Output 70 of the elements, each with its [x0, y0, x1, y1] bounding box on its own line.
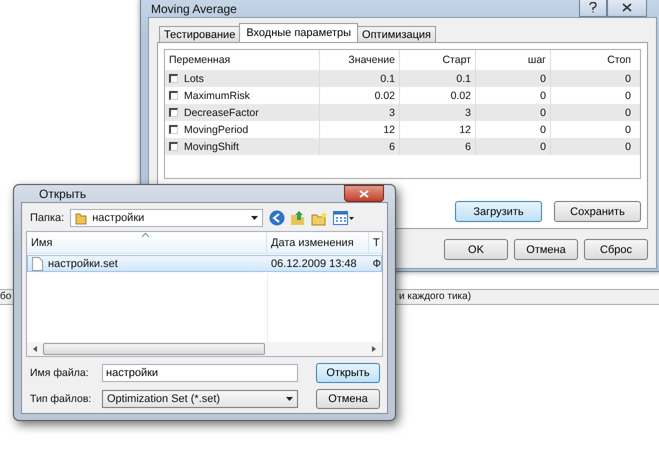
table-cell: 0.1 — [320, 70, 400, 87]
table-cell-text: 0 — [624, 88, 632, 104]
tab[interactable]: Оптимизация — [357, 26, 436, 42]
scroll-thumb[interactable] — [43, 343, 265, 355]
checkbox[interactable] — [169, 91, 178, 100]
horizontal-scrollbar[interactable] — [27, 342, 382, 356]
checkbox[interactable] — [169, 125, 178, 134]
tab[interactable]: Тестирование — [159, 26, 240, 42]
table-cell: 6 — [320, 138, 400, 155]
checkbox[interactable] — [169, 74, 178, 83]
status-text: бо — [0, 290, 12, 304]
tab[interactable]: Входные параметры — [239, 23, 358, 42]
scroll-right-icon[interactable] — [372, 346, 376, 352]
dialog-button[interactable]: OK — [444, 239, 508, 260]
table-cell: MaximumRisk — [184, 90, 250, 102]
table-cell: 0 — [476, 104, 551, 121]
file-type-label: Тип файлов: — [29, 393, 92, 405]
close-button[interactable] — [344, 185, 384, 202]
table-cell-text: 0 — [624, 140, 632, 154]
close-icon — [622, 2, 632, 12]
status-text: и каждого тика) — [399, 290, 472, 304]
help-icon — [589, 2, 597, 12]
column-header[interactable]: Имя — [27, 232, 267, 253]
up-folder-icon[interactable] — [290, 210, 306, 226]
file-type: Ф — [372, 256, 381, 271]
help-button[interactable] — [579, 0, 607, 17]
window-title: Открыть — [38, 186, 86, 200]
file-icon — [32, 256, 43, 270]
table-cell-text: 0 — [624, 72, 632, 86]
save-button[interactable]: Сохранить — [554, 201, 641, 222]
table-cell: 3 — [320, 104, 400, 121]
table-cell: 6 — [400, 138, 476, 155]
view-menu-icon[interactable] — [333, 211, 356, 225]
table-cell: DecreaseFactor — [184, 106, 259, 118]
column-header[interactable]: Стоп — [551, 50, 635, 70]
folder-icon — [75, 212, 88, 224]
file-name-field[interactable]: настройки — [102, 364, 298, 382]
load-button[interactable]: Загрузить — [455, 201, 542, 222]
folder-label: Папка: — [29, 212, 64, 224]
table-cell-text: 0 — [624, 122, 632, 138]
file-type-dropdown[interactable]: Optimization Set (*.set) — [102, 390, 298, 408]
caret-icon — [251, 216, 258, 220]
table-cell: 0.1 — [400, 70, 476, 87]
folder-dropdown[interactable]: настройки — [70, 209, 264, 227]
file-name: настройки.set — [48, 258, 118, 270]
window-title: Moving Average — [150, 1, 237, 16]
dialog-button[interactable]: Отмена — [514, 239, 578, 260]
file-row[interactable]: настройки.set 06.12.2009 13:48 Ф — [27, 255, 382, 272]
table-cell-text: 0 — [624, 106, 632, 120]
close-icon — [359, 190, 369, 198]
column-header[interactable]: Т — [369, 232, 382, 253]
table-cell: 0 — [476, 70, 551, 87]
dialog-button[interactable]: Сброс — [584, 239, 648, 260]
column-header[interactable]: Дата изменения — [267, 232, 369, 253]
table-cell: MovingShift — [184, 140, 239, 152]
caret-icon — [286, 397, 293, 401]
new-folder-icon[interactable] — [311, 210, 328, 226]
close-button[interactable] — [607, 0, 647, 17]
checkbox[interactable] — [169, 142, 178, 151]
table-cell: 0 — [476, 138, 551, 155]
open-button[interactable]: Открыть — [316, 363, 380, 383]
table-cell: 3 — [400, 104, 476, 121]
back-icon[interactable] — [269, 210, 286, 226]
scroll-left-icon[interactable] — [33, 346, 37, 352]
file-date: 06.12.2009 13:48 — [270, 256, 358, 271]
checkbox[interactable] — [169, 108, 178, 117]
table-cell: Lots — [184, 72, 204, 84]
file-name-label: Имя файла: — [29, 367, 90, 379]
table-cell: MovingPeriod — [184, 124, 248, 136]
cancel-button[interactable]: Отмена — [316, 389, 380, 409]
